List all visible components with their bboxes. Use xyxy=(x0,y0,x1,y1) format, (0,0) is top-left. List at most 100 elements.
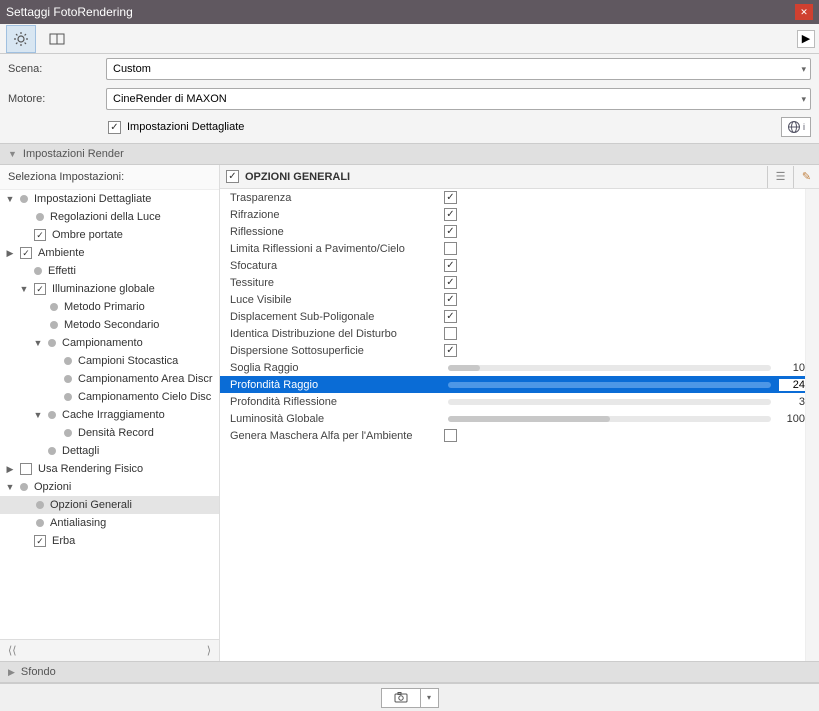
property-row[interactable]: Soglia Raggio10 xyxy=(220,359,819,376)
tree-item[interactable]: ▶✓Ambiente xyxy=(0,244,219,262)
engine-select[interactable]: CineRender di MAXON ▾ xyxy=(106,88,811,110)
camera-dropdown[interactable]: ▾ xyxy=(421,688,439,708)
property-checkbox[interactable]: ✓ xyxy=(444,344,457,357)
property-row[interactable]: Displacement Sub-Poligonale ✓ xyxy=(220,308,819,325)
camera-button[interactable] xyxy=(381,688,421,708)
tree-item[interactable]: ✓Erba xyxy=(0,532,219,550)
property-row[interactable]: Limita Riflessioni a Pavimento/Cielo xyxy=(220,240,819,257)
property-row[interactable]: Rifrazione✓ xyxy=(220,206,819,223)
property-label: Profondità Raggio xyxy=(230,379,440,391)
property-row[interactable]: Profondità Riflessione3 xyxy=(220,393,819,410)
property-slider[interactable] xyxy=(448,399,771,405)
tree-item[interactable]: Metodo Secondario xyxy=(0,316,219,334)
property-checkbox[interactable]: ✓ xyxy=(444,191,457,204)
property-checkbox[interactable]: ✓ xyxy=(444,293,457,306)
tree-item[interactable]: ▼Impostazioni Dettagliate xyxy=(0,190,219,208)
tree-item-label: Dettagli xyxy=(62,445,99,457)
tree-checkbox[interactable]: ✓ xyxy=(20,247,32,259)
property-row[interactable]: Identica Distribuzione del Disturbo xyxy=(220,325,819,342)
tree-item[interactable]: Metodo Primario xyxy=(0,298,219,316)
property-checkbox[interactable] xyxy=(444,429,457,442)
detailed-checkbox[interactable]: ✓ xyxy=(108,121,121,134)
engine-value: CineRender di MAXON xyxy=(113,93,227,105)
tree-item[interactable]: Regolazioni della Luce xyxy=(0,208,219,226)
list-view-icon[interactable]: ☰ xyxy=(767,166,793,188)
close-icon[interactable]: ✕ xyxy=(795,4,813,20)
bullet-icon xyxy=(50,303,58,311)
scrollbar[interactable] xyxy=(805,189,819,661)
tree-checkbox[interactable]: ✓ xyxy=(34,283,46,295)
property-slider[interactable] xyxy=(448,416,771,422)
property-label: Sfocatura xyxy=(230,260,440,272)
tree-item[interactable]: ▼✓Illuminazione globale xyxy=(0,280,219,298)
property-row[interactable]: Tessiture✓ xyxy=(220,274,819,291)
tree-item[interactable]: Campioni Stocastica xyxy=(0,352,219,370)
property-label: Luce Visibile xyxy=(230,294,440,306)
tree-item[interactable]: ▶Usa Rendering Fisico xyxy=(0,460,219,478)
layout-tab-icon[interactable] xyxy=(42,25,72,53)
property-row[interactable]: Trasparenza✓ xyxy=(220,189,819,206)
property-slider[interactable] xyxy=(448,382,771,388)
property-slider[interactable] xyxy=(448,365,771,371)
chevron-right-icon: ▶ xyxy=(8,667,15,678)
tree-item-label: Effetti xyxy=(48,265,76,277)
bullet-icon xyxy=(36,213,44,221)
property-row[interactable]: Riflessione✓ xyxy=(220,223,819,240)
tree-item[interactable]: Densità Record xyxy=(0,424,219,442)
property-checkbox[interactable]: ✓ xyxy=(444,259,457,272)
tree-item-label: Regolazioni della Luce xyxy=(50,211,161,223)
section-render-title: Impostazioni Render xyxy=(23,148,124,160)
tree-item[interactable]: ✓Ombre portate xyxy=(0,226,219,244)
tree-twisty-icon[interactable]: ▼ xyxy=(32,410,44,420)
tree-item[interactable]: Opzioni Generali xyxy=(0,496,219,514)
tree-item-label: Densità Record xyxy=(78,427,154,439)
chevron-down-icon: ▼ xyxy=(8,149,17,159)
property-row[interactable]: Dispersione Sottosuperficie✓ xyxy=(220,342,819,359)
tree-checkbox[interactable] xyxy=(20,463,32,475)
tree-checkbox[interactable]: ✓ xyxy=(34,535,46,547)
property-checkbox[interactable] xyxy=(444,242,457,255)
panel-enable-checkbox[interactable]: ✓ xyxy=(226,170,239,183)
property-row[interactable]: Profondità Raggio24 xyxy=(220,376,819,393)
tree-item[interactable]: Campionamento Area Discr xyxy=(0,370,219,388)
property-checkbox[interactable]: ✓ xyxy=(444,310,457,323)
property-label: Soglia Raggio xyxy=(230,362,440,374)
bullet-icon xyxy=(48,411,56,419)
tree-twisty-icon[interactable]: ▶ xyxy=(4,248,16,259)
window-title: Settaggi FotoRendering xyxy=(6,5,795,19)
property-checkbox[interactable] xyxy=(444,327,457,340)
tree-item-label: Campionamento Cielo Disc xyxy=(78,391,211,403)
tree-twisty-icon[interactable]: ▼ xyxy=(32,338,44,348)
tree-checkbox[interactable]: ✓ xyxy=(34,229,46,241)
property-checkbox[interactable]: ✓ xyxy=(444,225,457,238)
property-label: Displacement Sub-Poligonale xyxy=(230,311,440,323)
nav-first-icon[interactable]: ⟨⟨ xyxy=(8,644,17,657)
tree-item[interactable]: Dettagli xyxy=(0,442,219,460)
section-sfondo-header[interactable]: ▶ Sfondo xyxy=(0,661,819,683)
tree-twisty-icon[interactable]: ▼ xyxy=(4,194,16,204)
property-checkbox[interactable]: ✓ xyxy=(444,208,457,221)
tree-twisty-icon[interactable]: ▼ xyxy=(18,284,30,294)
nav-next-icon[interactable]: ⟩ xyxy=(207,644,211,657)
tree-item[interactable]: Campionamento Cielo Disc xyxy=(0,388,219,406)
scene-select[interactable]: Custom ▾ xyxy=(106,58,811,80)
tree-item[interactable]: ▼Cache Irraggiamento xyxy=(0,406,219,424)
edit-icon[interactable]: ✎ xyxy=(793,166,819,188)
property-row[interactable]: Sfocatura ✓ xyxy=(220,257,819,274)
property-checkbox[interactable]: ✓ xyxy=(444,276,457,289)
expand-right-icon[interactable]: ▶ xyxy=(797,30,815,48)
bullet-icon xyxy=(48,339,56,347)
tree-item[interactable]: ▼Campionamento xyxy=(0,334,219,352)
section-render-header[interactable]: ▼ Impostazioni Render xyxy=(0,143,819,165)
tree-item[interactable]: Effetti xyxy=(0,262,219,280)
tree-twisty-icon[interactable]: ▶ xyxy=(4,464,16,475)
property-row[interactable]: Genera Maschera Alfa per l'Ambiente xyxy=(220,427,819,444)
property-row[interactable]: Luminosità Globale100 xyxy=(220,410,819,427)
section-sfondo-title: Sfondo xyxy=(21,666,56,678)
tree-item[interactable]: Antialiasing xyxy=(0,514,219,532)
globe-button[interactable]: i xyxy=(781,117,811,137)
property-row[interactable]: Luce Visibile ✓ xyxy=(220,291,819,308)
tree-item[interactable]: ▼Opzioni xyxy=(0,478,219,496)
settings-tab-icon[interactable] xyxy=(6,25,36,53)
tree-twisty-icon[interactable]: ▼ xyxy=(4,482,16,492)
